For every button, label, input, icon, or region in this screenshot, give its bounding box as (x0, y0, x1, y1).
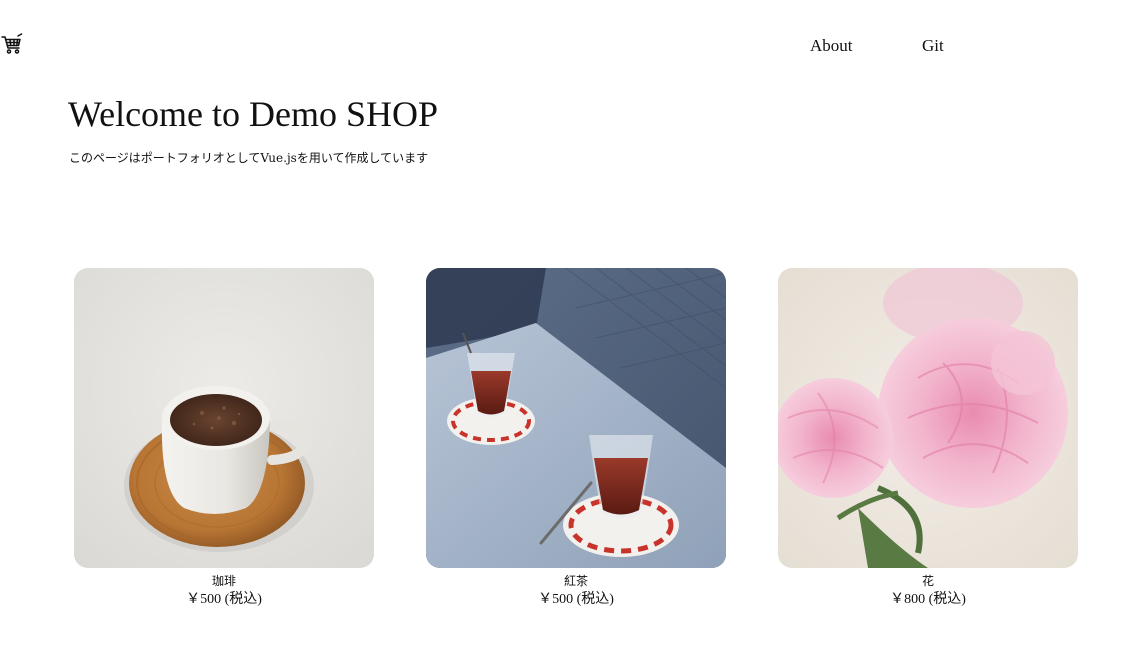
nav-link-git[interactable]: Git (922, 32, 944, 60)
product-price: ￥500 (税込) (538, 592, 614, 607)
product-card-tea[interactable]: 紅茶 ￥500 (税込) (426, 268, 726, 609)
product-price: ￥500 (税込) (186, 592, 262, 607)
coffee-cup-photo[interactable] (74, 268, 374, 568)
page-subtitle: このページはポートフォリオとしてVue.jsを用いて作成しています (69, 151, 429, 165)
product-name: 紅茶 (563, 574, 588, 588)
nav-link-about[interactable]: About (810, 32, 853, 60)
product-name: 珈琲 (211, 574, 236, 588)
page-title: Welcome to Demo SHOP (68, 94, 439, 134)
cart-icon[interactable] (0, 33, 24, 60)
product-grid: 珈琲 ￥500 (税込) 紅茶 ￥500 (税込) 花 ￥800 (税込) (0, 268, 1121, 628)
product-card-coffee[interactable]: 珈琲 ￥500 (税込) (74, 268, 374, 609)
product-name: 花 (921, 574, 934, 588)
peony-flowers-photo[interactable] (778, 268, 1078, 568)
product-card-flower[interactable]: 花 ￥800 (税込) (778, 268, 1078, 609)
product-price: ￥800 (税込) (890, 592, 966, 607)
tea-glasses-photo[interactable] (426, 268, 726, 568)
top-navigation: About Git (0, 32, 1121, 62)
